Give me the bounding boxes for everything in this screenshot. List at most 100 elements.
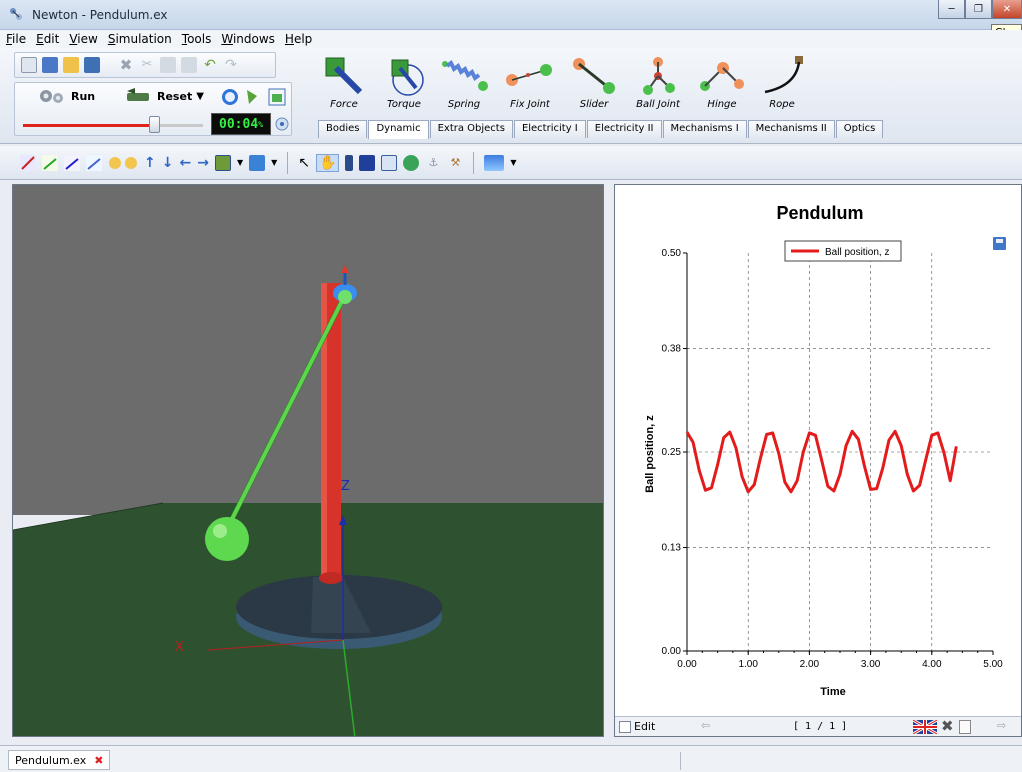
spring-icon [442, 59, 488, 91]
document-tab-label: Pendulum.ex [15, 753, 87, 767]
run-button[interactable]: Run [37, 87, 95, 105]
tab-mechanisms-2[interactable]: Mechanisms II [747, 120, 835, 138]
delete-icon[interactable]: ✖ [118, 57, 134, 73]
move-down-icon[interactable]: ↓ [162, 155, 174, 171]
menu-file[interactable]: File [6, 32, 26, 46]
copy-icon[interactable] [160, 57, 176, 73]
ball-joint-icon [643, 57, 675, 95]
graph-pager: [ 1 / 1 ] [793, 721, 848, 732]
toolbar-separator-2 [473, 151, 475, 174]
timeline-slider-thumb[interactable] [149, 116, 161, 133]
uk-flag-icon[interactable] [913, 720, 937, 734]
torque-tool[interactable]: Torque [374, 54, 434, 110]
new-document-icon[interactable] [42, 57, 58, 73]
hinge-icon [700, 62, 744, 91]
menu-simulation[interactable]: Simulation [108, 32, 172, 46]
chart-series [685, 429, 958, 494]
next-page-icon[interactable]: ⇨ [997, 719, 1006, 732]
camera-view-dropdown-icon[interactable]: ▼ [510, 158, 516, 167]
undo-icon[interactable]: ↶ [202, 57, 218, 73]
tab-bodies[interactable]: Bodies [318, 120, 368, 138]
rotate-tool-icon[interactable] [403, 154, 420, 171]
move-left-icon[interactable]: ← [179, 155, 191, 171]
select-pointer-icon[interactable]: ↖ [298, 155, 310, 171]
tab-mechanisms-1[interactable]: Mechanisms I [662, 120, 747, 138]
y-tick-label: 0.00 [662, 646, 682, 657]
save-icon[interactable] [84, 57, 100, 73]
file-toolbar: ✖ ✂ ↶ ↷ [14, 52, 276, 78]
tab-electricity-2[interactable]: Electricity II [586, 120, 662, 138]
paste-icon[interactable] [181, 57, 197, 73]
force-icon [325, 57, 363, 95]
menu-help[interactable]: Help [285, 32, 312, 46]
x-tick-label: 2.00 [800, 659, 820, 670]
tab-electricity-1[interactable]: Electricity I [513, 120, 586, 138]
render-mode-icon[interactable] [214, 154, 231, 171]
y-tick-label: 0.25 [662, 447, 682, 458]
category-tabs: Bodies Dynamic Extra Objects Electricity… [318, 120, 884, 139]
tab-dynamic[interactable]: Dynamic [368, 120, 429, 139]
rope-tool[interactable]: Rope [752, 54, 812, 110]
magnet-tool-icon[interactable] [359, 154, 376, 171]
move-up-icon[interactable]: ↑ [144, 155, 156, 171]
x-tick-label: 5.00 [983, 659, 1003, 670]
document-tab-pendulum[interactable]: Pendulum.ex ✖ [8, 750, 111, 770]
prev-page-icon[interactable]: ⇦ [701, 719, 710, 732]
cut-icon[interactable]: ✂ [139, 57, 155, 73]
chart-legend: Ball position, z [784, 240, 902, 262]
tab-optics[interactable]: Optics [835, 120, 884, 138]
chart-save-icon[interactable] [993, 237, 1006, 250]
simulation-viewport[interactable]: Z X [12, 184, 604, 737]
timer-settings-icon[interactable] [275, 117, 289, 131]
close-tab-icon[interactable]: ✖ [94, 754, 103, 767]
delete-graph-icon[interactable]: ✖ [941, 717, 954, 735]
anchor-icon[interactable]: ⚓ [425, 155, 441, 171]
fix-joint-tool[interactable]: Fix Joint [500, 54, 560, 110]
display-options-dropdown-icon[interactable]: ▼ [271, 158, 277, 167]
timeline-slider[interactable] [23, 116, 203, 133]
new-page-icon[interactable] [959, 720, 971, 734]
camera-view-icon[interactable] [484, 154, 505, 171]
tab-extra-objects[interactable]: Extra Objects [429, 120, 513, 138]
close-icon[interactable]: ✕ [992, 0, 1022, 19]
pin-tool-icon[interactable] [345, 154, 354, 171]
menu-view[interactable]: View [69, 32, 97, 46]
reset-dropdown-icon[interactable]: ▼ [196, 91, 204, 102]
menu-edit[interactable]: Edit [36, 32, 59, 46]
spring-tool[interactable]: Spring [434, 54, 494, 110]
display-options-icon[interactable] [249, 154, 266, 171]
pendulum-ball[interactable] [205, 517, 249, 561]
restore-icon[interactable]: ❐ [965, 0, 992, 19]
move-right-icon[interactable]: → [197, 155, 209, 171]
y-tick-label: 0.13 [662, 543, 682, 554]
reset-button[interactable]: Reset ▼ [125, 87, 204, 105]
open-folder-icon[interactable] [63, 57, 79, 73]
z-axis-label: Z [341, 479, 350, 494]
timeline-slider-fill [23, 124, 155, 127]
minimize-icon[interactable]: ─ [938, 0, 965, 19]
slider-tool[interactable]: Slider [564, 54, 624, 110]
x-tick-label: 4.00 [922, 659, 942, 670]
menu-tools[interactable]: Tools [182, 32, 212, 46]
fit-view-icon[interactable] [381, 154, 398, 171]
series-line [685, 429, 958, 494]
y-tick-label: 0.38 [662, 344, 682, 355]
torque-icon [391, 59, 424, 96]
redo-icon[interactable]: ↷ [223, 57, 239, 73]
render-mode-dropdown-icon[interactable]: ▼ [237, 158, 243, 167]
reset-icon [127, 88, 149, 101]
force-tool[interactable]: Force [314, 54, 374, 110]
fix-joint-label: Fix Joint [510, 99, 550, 110]
ball-joint-tool[interactable]: Ball Joint [628, 54, 688, 110]
run-label: Run [71, 89, 96, 103]
window-controls: ─ ❐ ✕ [938, 0, 1022, 20]
edit-toggle[interactable]: Edit [619, 720, 655, 733]
hinge-tool[interactable]: Hinge [692, 54, 752, 110]
edit-checkbox[interactable] [619, 720, 631, 733]
ball-highlight [213, 524, 227, 538]
menu-bar: File Edit View Simulation Tools Windows … [0, 30, 1022, 48]
menu-windows[interactable]: Windows [221, 32, 275, 46]
new-file-icon[interactable] [21, 57, 37, 73]
wrench-icon[interactable]: ⚒ [447, 155, 463, 171]
hand-tool-icon[interactable]: ✋ [315, 153, 340, 172]
